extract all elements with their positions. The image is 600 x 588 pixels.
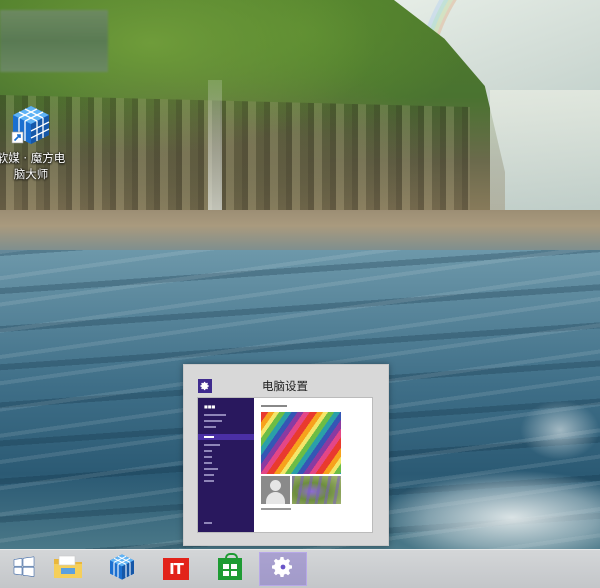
preview-window-content: ■■■ <box>197 397 373 533</box>
folder-icon <box>53 554 83 584</box>
wave-foam <box>380 470 600 549</box>
mofang-cube-icon <box>108 553 136 585</box>
blurred-area <box>0 10 108 72</box>
mofang-cube-icon <box>10 104 52 146</box>
gear-icon <box>271 555 295 583</box>
taskbar-pc-settings[interactable] <box>259 552 307 586</box>
wave-foam <box>520 400 600 460</box>
it-logo-icon: IT <box>163 558 189 580</box>
gear-icon <box>198 379 212 393</box>
desktop-wallpaper: 软媒 · 魔方电脑大师 电脑设置 ■■■ <box>0 0 600 549</box>
taskbar: IT <box>0 549 600 588</box>
waterfall <box>208 80 222 210</box>
windows-logo-icon <box>13 556 35 582</box>
account-picture <box>261 476 290 504</box>
cliff-rock-face <box>0 95 470 215</box>
store-bag-icon <box>218 553 242 580</box>
taskbar-mofang[interactable] <box>98 552 146 586</box>
taskbar-store[interactable] <box>206 552 254 586</box>
preview-title: 电脑设置 <box>262 379 308 393</box>
lock-screen-image <box>261 412 341 474</box>
desktop-icon-mofang[interactable]: 软媒 · 魔方电脑大师 <box>0 104 66 184</box>
shore <box>0 210 600 250</box>
taskbar-file-explorer[interactable] <box>44 552 92 586</box>
taskbar-ithome[interactable]: IT <box>152 552 200 586</box>
taskbar-thumbnail-preview[interactable]: 电脑设置 ■■■ <box>183 364 389 546</box>
start-button[interactable] <box>0 552 48 586</box>
settings-sidebar: ■■■ <box>198 398 254 532</box>
mist <box>490 90 600 220</box>
desktop-icon-label: 软媒 · 魔方电脑大师 <box>0 151 66 181</box>
